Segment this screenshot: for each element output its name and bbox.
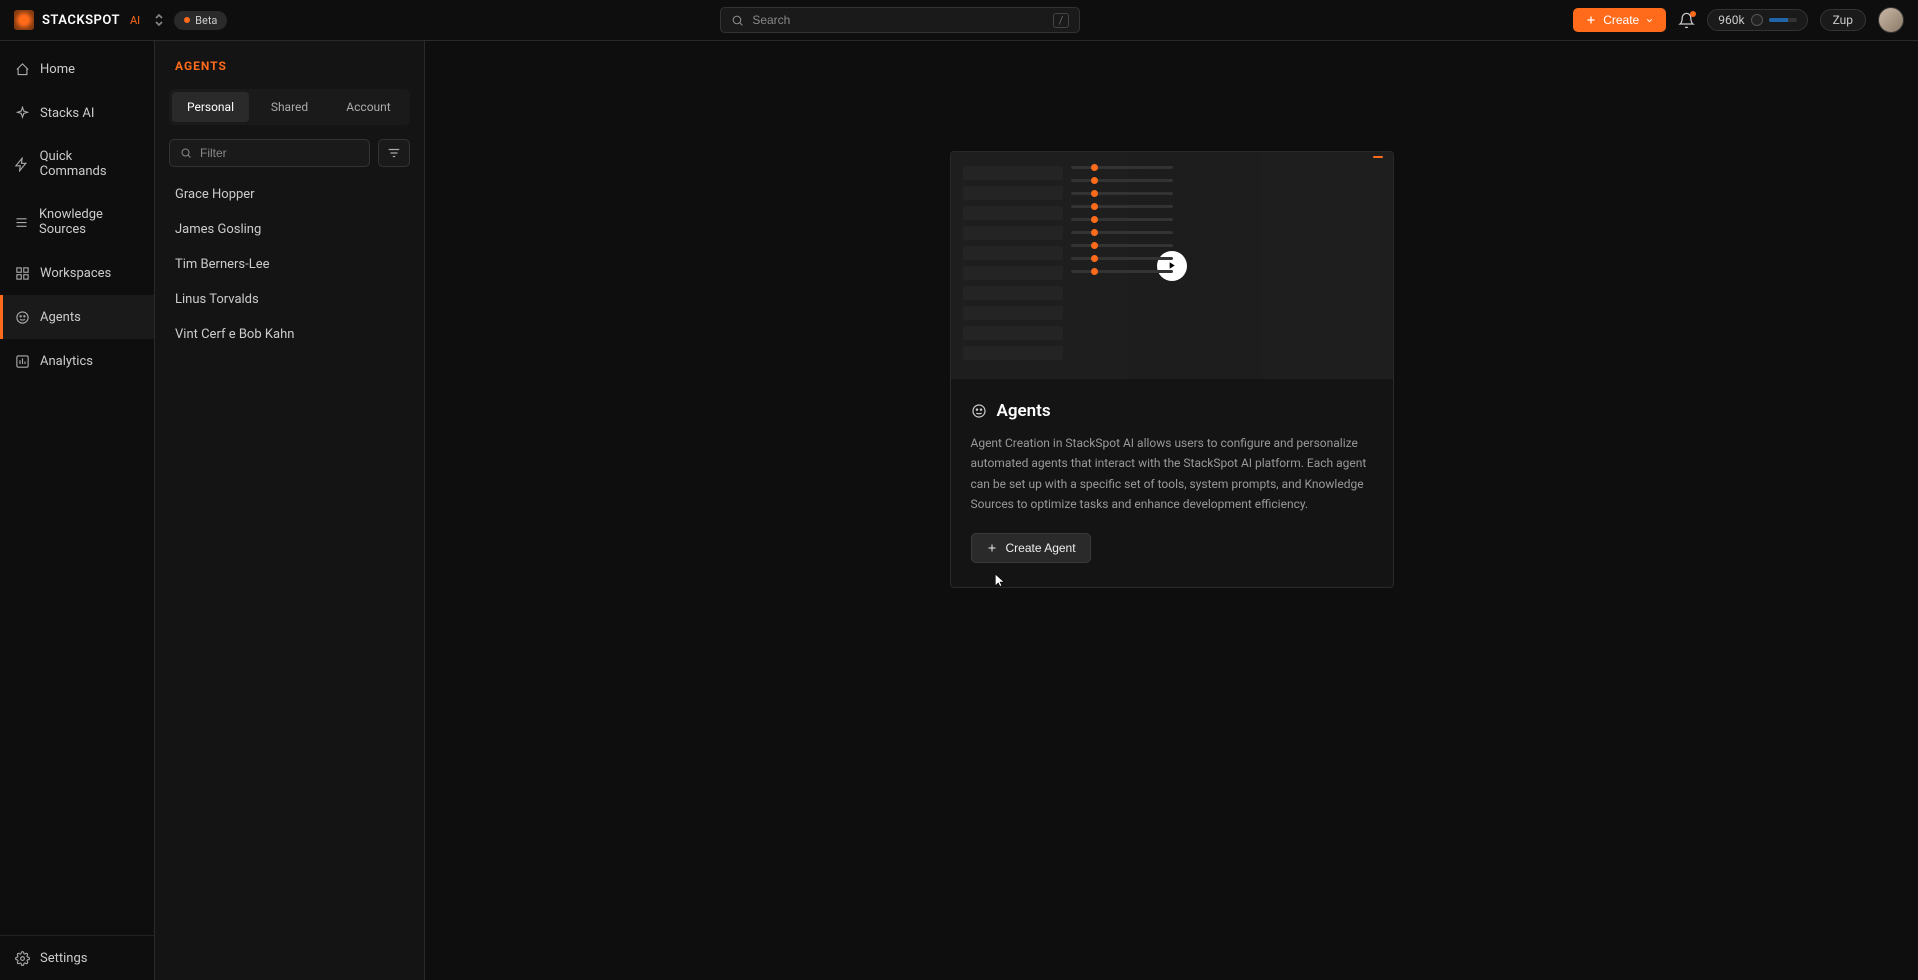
agent-name: Vint Cerf e Bob Kahn [175, 327, 294, 342]
sparkle-icon [14, 105, 30, 121]
tab-account[interactable]: Account [330, 92, 407, 122]
header: STACKSPOT AI Beta / Create [0, 0, 1918, 41]
agent-name: Tim Berners-Lee [175, 257, 270, 272]
agents-panel: AGENTS Personal Shared Account Grace Hop… [155, 41, 425, 980]
sidebar-item-label: Settings [40, 951, 87, 966]
filter-options-button[interactable] [378, 139, 410, 167]
agent-item[interactable]: Linus Torvalds [169, 282, 410, 317]
card-body: Agents Agent Creation in StackSpot AI al… [951, 379, 1393, 587]
org-label: Zup [1833, 13, 1853, 27]
notification-dot-icon [1690, 11, 1696, 17]
status-dot-icon [184, 17, 190, 23]
sidebar-item-label: Home [40, 62, 75, 77]
sidebar-item-agents[interactable]: Agents [0, 295, 154, 339]
create-agent-button[interactable]: Create Agent [971, 533, 1091, 563]
header-right: Create 960k Zup [1573, 7, 1904, 33]
card-title: Agents [997, 401, 1051, 421]
sidebar-item-label: Workspaces [40, 266, 111, 281]
notification-button[interactable] [1678, 12, 1695, 29]
card-title-row: Agents [971, 401, 1373, 421]
agent-name: Linus Torvalds [175, 292, 259, 307]
search-input[interactable] [752, 13, 1044, 27]
logo-area[interactable]: STACKSPOT AI [14, 10, 164, 30]
beta-label: Beta [195, 14, 217, 27]
panel-title: AGENTS [169, 59, 410, 73]
sidebar-item-label: Knowledge Sources [39, 207, 140, 237]
tab-label: Shared [271, 100, 308, 114]
filter-input-wrapper[interactable] [169, 139, 370, 167]
intro-video-thumbnail[interactable] [951, 152, 1393, 379]
create-button[interactable]: Create [1573, 8, 1666, 32]
tab-personal[interactable]: Personal [172, 92, 249, 122]
tab-label: Personal [187, 100, 234, 114]
sidebar-item-quick-commands[interactable]: Quick Commands [0, 135, 154, 193]
button-label: Create Agent [1006, 541, 1076, 555]
search-icon [731, 14, 744, 27]
sidebar: Home Stacks AI Quick Commands Knowledge … [0, 41, 155, 980]
bolt-icon [14, 156, 30, 172]
card-description: Agent Creation in StackSpot AI allows us… [971, 433, 1373, 515]
sidebar-item-workspaces[interactable]: Workspaces [0, 251, 154, 295]
agent-item[interactable]: Tim Berners-Lee [169, 247, 410, 282]
agent-name: Grace Hopper [175, 187, 255, 202]
video-mock-left [963, 166, 1063, 365]
gear-icon [14, 950, 30, 966]
tab-shared[interactable]: Shared [251, 92, 328, 122]
agent-name: James Gosling [175, 222, 261, 237]
video-tag [1373, 156, 1383, 158]
org-switcher[interactable]: Zup [1820, 9, 1866, 31]
sidebar-item-label: Analytics [40, 354, 93, 369]
sidebar-item-home[interactable]: Home [0, 47, 154, 91]
header-center: / [227, 7, 1573, 33]
avatar[interactable] [1878, 7, 1904, 33]
filter-row [169, 139, 410, 167]
meter-icon [1751, 14, 1763, 26]
chart-icon [14, 353, 30, 369]
sidebar-footer: Settings [0, 935, 154, 980]
filter-input[interactable] [200, 146, 359, 160]
plus-icon [1585, 14, 1597, 26]
chevron-down-icon [1645, 16, 1654, 25]
content-area: Agents Agent Creation in StackSpot AI al… [425, 41, 1918, 980]
sidebar-item-label: Agents [40, 310, 81, 325]
brand-suffix: AI [130, 14, 140, 27]
filter-icon [387, 146, 401, 160]
agent-item[interactable]: James Gosling [169, 212, 410, 247]
sidebar-item-label: Quick Commands [40, 149, 140, 179]
credits-bar [1769, 18, 1797, 22]
home-icon [14, 61, 30, 77]
sidebar-item-settings[interactable]: Settings [0, 936, 154, 980]
nav-list: Home Stacks AI Quick Commands Knowledge … [0, 41, 154, 935]
agents-intro-card: Agents Agent Creation in StackSpot AI al… [950, 151, 1394, 588]
create-label: Create [1603, 13, 1639, 27]
cursor-icon [993, 571, 1007, 588]
chevron-updown-icon[interactable] [154, 13, 164, 27]
sidebar-item-label: Stacks AI [40, 106, 94, 121]
agent-item[interactable]: Grace Hopper [169, 177, 410, 212]
agent-list: Grace Hopper James Gosling Tim Berners-L… [169, 177, 410, 352]
main: Home Stacks AI Quick Commands Knowledge … [0, 41, 1918, 980]
face-icon [971, 403, 987, 419]
search-icon [180, 147, 192, 159]
search-box[interactable]: / [720, 7, 1080, 33]
sidebar-item-stacks-ai[interactable]: Stacks AI [0, 91, 154, 135]
video-mock-right [1071, 166, 1173, 365]
agents-tabs: Personal Shared Account [169, 89, 410, 125]
credits-pill[interactable]: 960k [1707, 9, 1807, 31]
search-shortcut-hint: / [1053, 13, 1070, 28]
brand-name: STACKSPOT [42, 13, 120, 28]
plus-icon [986, 542, 998, 554]
agent-item[interactable]: Vint Cerf e Bob Kahn [169, 317, 410, 352]
face-icon [14, 309, 30, 325]
sidebar-item-knowledge-sources[interactable]: Knowledge Sources [0, 193, 154, 251]
credits-value: 960k [1718, 13, 1744, 27]
grid-icon [14, 265, 30, 281]
tab-label: Account [346, 100, 390, 114]
sidebar-item-analytics[interactable]: Analytics [0, 339, 154, 383]
beta-badge: Beta [174, 11, 227, 30]
logo-icon [14, 10, 34, 30]
stack-icon [14, 214, 29, 230]
